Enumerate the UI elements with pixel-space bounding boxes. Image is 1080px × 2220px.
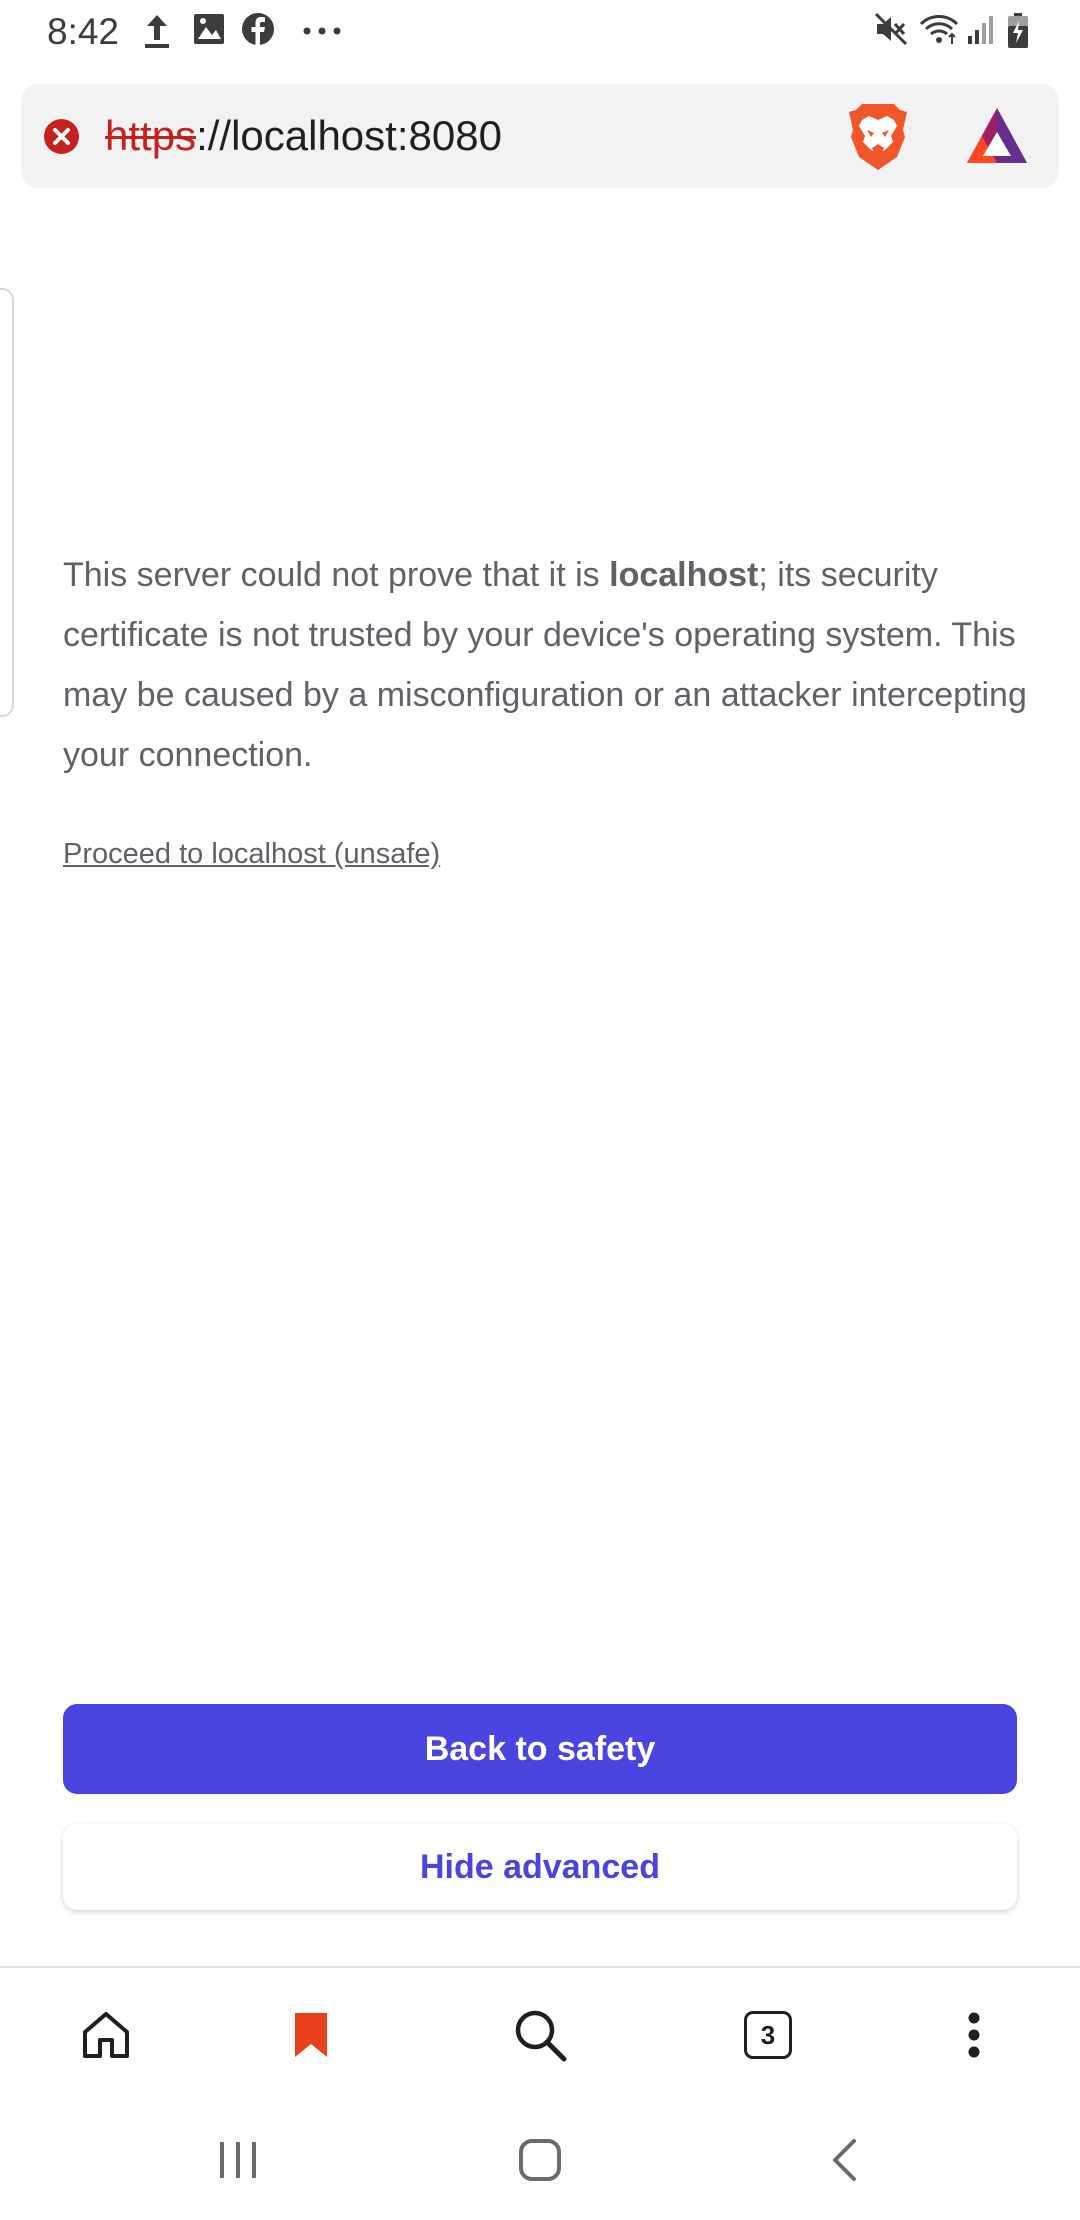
recents-button[interactable] (178, 2100, 298, 2220)
url-host: ://localhost:8080 (196, 112, 502, 159)
mute-icon (874, 12, 908, 46)
side-handle[interactable] (0, 288, 14, 717)
system-home-button[interactable] (480, 2100, 600, 2220)
not-secure-icon[interactable] (43, 118, 80, 155)
upload-icon (145, 15, 169, 48)
error-host: localhost (609, 556, 759, 594)
search-icon (515, 2010, 567, 2062)
status-bar: 8:42 (0, 0, 1080, 66)
brave-lion-icon[interactable] (847, 102, 909, 172)
wifi-icon (919, 15, 959, 44)
bookmark-icon (295, 2013, 327, 2057)
home-button-icon (519, 2139, 561, 2181)
menu-button[interactable] (914, 1968, 1034, 2102)
explanation-before: This server could not prove that it is (63, 556, 610, 594)
home-icon (83, 2012, 129, 2058)
system-nav-bar (0, 2100, 1080, 2220)
back-to-safety-button[interactable]: Back to safety (63, 1704, 1017, 1794)
facebook-icon (242, 13, 274, 45)
url-scheme: https (105, 112, 197, 159)
signal-icon (968, 16, 993, 44)
proceed-unsafe-link[interactable]: Proceed to localhost (unsafe) (63, 834, 440, 874)
menu-icon (968, 2012, 980, 2058)
url-text[interactable]: https://localhost:8080 (105, 110, 502, 162)
bat-rewards-icon[interactable] (965, 106, 1029, 166)
bookmark-button[interactable] (251, 1968, 371, 2102)
back-icon (833, 2139, 856, 2181)
search-button[interactable] (480, 1968, 600, 2102)
status-time: 8:42 (47, 11, 120, 52)
tabs-button[interactable]: 3 (708, 1968, 828, 2102)
more-dots-icon (303, 27, 341, 35)
home-button[interactable] (46, 1968, 166, 2102)
hide-advanced-button[interactable]: Hide advanced (63, 1824, 1017, 1910)
bottom-toolbar: 3 (0, 1966, 1080, 2102)
tabs-icon: 3 (744, 2011, 792, 2059)
system-back-button[interactable] (784, 2100, 904, 2220)
image-icon (194, 14, 224, 44)
battery-icon (1008, 13, 1028, 48)
recents-icon (220, 2142, 256, 2178)
error-explanation: This server could not prove that it is l… (63, 545, 1033, 785)
address-bar[interactable]: https://localhost:8080 (21, 84, 1059, 188)
